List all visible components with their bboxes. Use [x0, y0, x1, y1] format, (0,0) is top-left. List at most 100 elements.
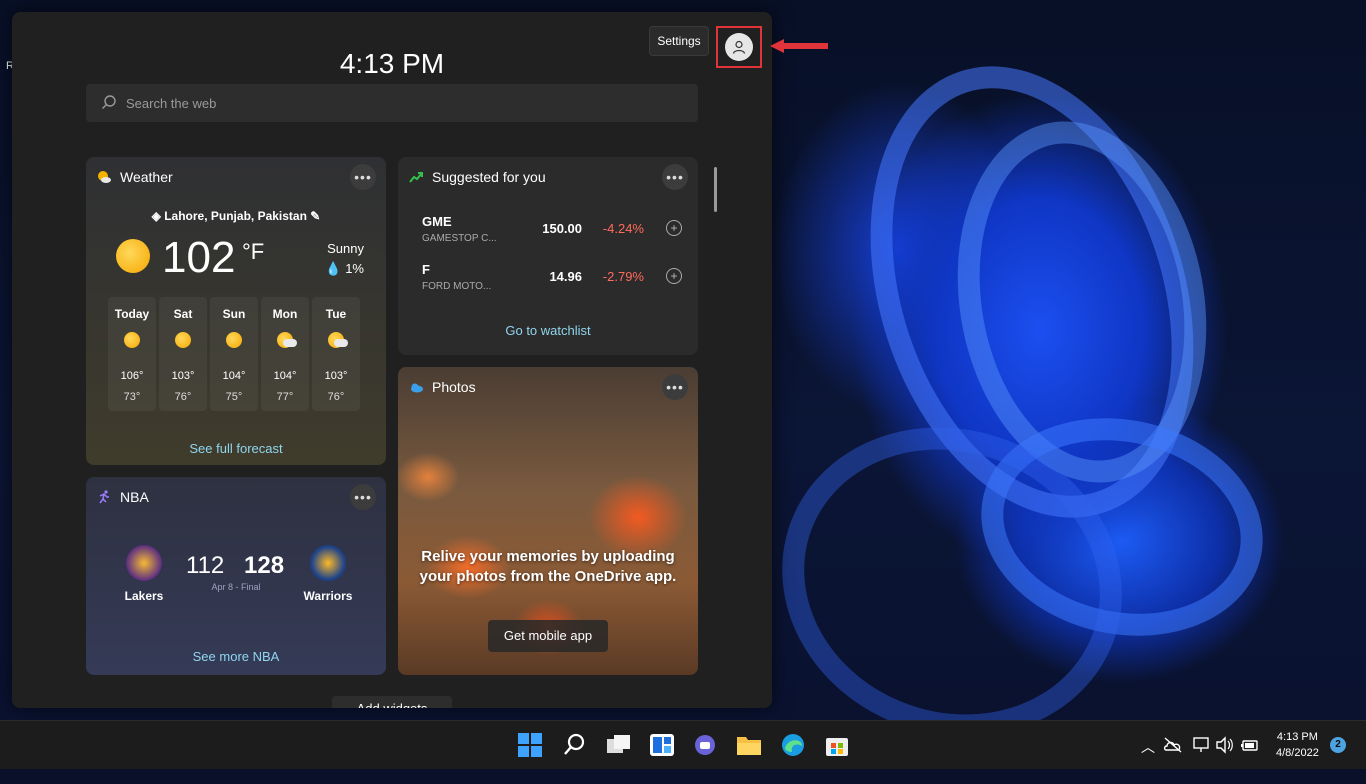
task-view-icon[interactable]	[606, 733, 632, 757]
weather-condition: Sunny 💧 1%	[325, 239, 364, 279]
weather-location[interactable]: ◈ Lahore, Punjab, Pakistan ✎	[86, 209, 386, 223]
widgets-panel: 4:13 PM Settings Weather ••• ◈ Lahore, P…	[12, 12, 772, 708]
away-team[interactable]: Warriors	[288, 545, 368, 603]
nba-card[interactable]: NBA ••• Lakers 112 128 Apr 8 - Final War…	[86, 477, 386, 675]
location-icon: ◈	[151, 209, 165, 223]
panel-scrollbar[interactable]	[714, 167, 717, 212]
search-icon	[102, 95, 116, 109]
location-text: Lahore, Punjab, Pakistan	[164, 209, 307, 223]
nba-more-button[interactable]: •••	[350, 484, 376, 510]
forecast-day-name: Sun	[222, 307, 246, 321]
forecast-low: 76°	[174, 391, 192, 403]
onedrive-cloud-icon[interactable]	[1163, 736, 1183, 754]
photos-more-button[interactable]: •••	[662, 374, 688, 400]
forecast-high: 103°	[324, 370, 348, 382]
start-windows-icon[interactable]	[517, 733, 543, 757]
profile-settings-button[interactable]	[725, 33, 753, 61]
forecast-day[interactable]: Today 106° 73°	[108, 297, 156, 411]
notification-badge[interactable]: 2	[1330, 737, 1346, 753]
forecast-low: 75°	[225, 391, 243, 403]
forecast-high: 103°	[171, 370, 195, 382]
forecast-day-name: Tue	[325, 307, 347, 321]
weather-icon	[98, 171, 111, 183]
droplet-icon: 💧	[325, 261, 342, 276]
stocks-card[interactable]: Suggested for you ••• GME GAMESTOP C... …	[398, 157, 698, 355]
forecast-day[interactable]: Mon 104° 77°	[261, 297, 309, 411]
photos-header: Photos	[408, 379, 476, 395]
sunny-icon	[124, 332, 140, 348]
stock-trend-icon	[409, 172, 423, 183]
file-explorer-icon[interactable]	[736, 733, 762, 757]
widgets-icon[interactable]	[649, 733, 675, 757]
taskbar-time: 4:13 PM	[1276, 731, 1318, 743]
photos-card[interactable]: Photos ••• Relive your memories by uploa…	[398, 367, 698, 675]
chevron-up-icon[interactable]: ︿	[1141, 737, 1155, 757]
see-more-nba-link[interactable]: See more NBA	[86, 649, 386, 664]
warriors-logo	[310, 545, 346, 581]
forecast-day-name: Today	[114, 307, 150, 321]
home-team[interactable]: Lakers	[104, 545, 184, 603]
partly-cloudy-icon	[328, 332, 348, 348]
forecast-day[interactable]: Sat 103° 76°	[159, 297, 207, 411]
settings-tooltip: Settings	[649, 26, 709, 56]
add-to-watchlist-icon[interactable]: +	[666, 220, 682, 236]
go-to-watchlist-link[interactable]: Go to watchlist	[398, 323, 698, 338]
away-team-name: Warriors	[303, 589, 353, 603]
forecast-day[interactable]: Sun 104° 75°	[210, 297, 258, 411]
battery-icon[interactable]	[1240, 736, 1260, 754]
profile-highlight	[716, 26, 762, 68]
edge-browser-icon[interactable]	[780, 733, 806, 757]
add-to-watchlist-icon[interactable]: +	[666, 268, 682, 284]
temperature-unit[interactable]: °F	[242, 239, 264, 265]
partly-cloudy-icon	[277, 332, 297, 348]
search-input[interactable]	[124, 94, 668, 112]
game-info: Apr 8 - Final	[211, 582, 261, 592]
teams-chat-icon[interactable]	[692, 733, 718, 757]
forecast-list: Today 106° 73° Sat 103° 76° Sun 104° 75°…	[108, 297, 360, 411]
sunny-icon	[226, 332, 242, 348]
forecast-high: 106°	[120, 370, 144, 382]
photos-title: Photos	[432, 379, 476, 395]
stocks-header: Suggested for you	[408, 169, 546, 185]
nba-title: NBA	[120, 489, 149, 505]
sunny-icon	[116, 239, 150, 273]
forecast-low: 77°	[276, 391, 294, 403]
forecast-high: 104°	[273, 370, 297, 382]
forecast-day[interactable]: Tue 103° 76°	[312, 297, 360, 411]
edit-icon[interactable]: ✎	[307, 209, 320, 223]
taskbar-date: 4/8/2022	[1276, 747, 1319, 759]
weather-card[interactable]: Weather ••• ◈ Lahore, Punjab, Pakistan ✎…	[86, 157, 386, 465]
weather-header: Weather	[96, 169, 173, 185]
network-icon[interactable]	[1192, 736, 1212, 754]
away-score: 128	[244, 552, 285, 579]
nba-header: NBA	[96, 489, 149, 505]
runner-icon	[99, 490, 109, 504]
get-mobile-app-button[interactable]: Get mobile app	[488, 620, 608, 652]
see-full-forecast-link[interactable]: See full forecast	[86, 441, 386, 456]
stock-change: -2.79%	[602, 269, 644, 284]
stock-row[interactable]: F FORD MOTO... 14.96 -2.79% +	[422, 262, 682, 302]
stock-name: GAMESTOP C...	[422, 233, 497, 244]
add-widgets-button[interactable]: Add widgets	[332, 696, 452, 708]
weather-more-button[interactable]: •••	[350, 164, 376, 190]
stocks-more-button[interactable]: •••	[662, 164, 688, 190]
onedrive-cloud-icon	[411, 383, 423, 393]
search-icon[interactable]	[562, 733, 588, 757]
stock-change: -4.24%	[602, 221, 644, 236]
condition-text: Sunny	[327, 241, 364, 256]
stock-row[interactable]: GME GAMESTOP C... 150.00 -4.24% +	[422, 214, 682, 254]
forecast-low: 76°	[327, 391, 345, 403]
search-box[interactable]	[86, 84, 698, 122]
forecast-high: 104°	[222, 370, 246, 382]
microsoft-store-icon[interactable]	[824, 733, 850, 757]
stock-symbol: F	[422, 262, 430, 277]
forecast-low: 73°	[123, 391, 141, 403]
photos-message: Relive your memories by uploading your p…	[419, 548, 677, 585]
home-score: 112	[186, 552, 225, 579]
volume-icon[interactable]	[1215, 736, 1235, 754]
current-temperature: 102	[162, 233, 236, 282]
sunny-icon	[175, 332, 191, 348]
taskbar-clock[interactable]: 4:13 PM 4/8/2022	[1276, 729, 1319, 761]
stock-symbol: GME	[422, 214, 452, 229]
home-team-name: Lakers	[124, 589, 164, 603]
